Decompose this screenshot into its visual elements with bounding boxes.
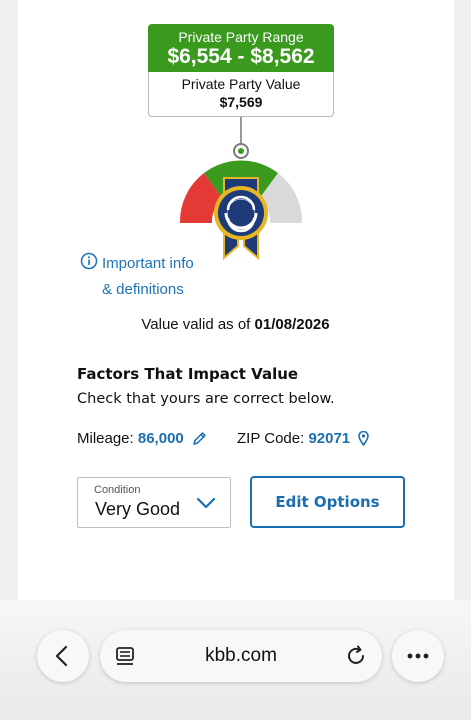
- value-gauge: [179, 143, 303, 261]
- zip-value[interactable]: 92071: [308, 430, 350, 447]
- reload-icon[interactable]: [344, 644, 368, 668]
- info-link-line2[interactable]: & definitions: [102, 281, 184, 298]
- chevron-left-icon: [55, 645, 68, 667]
- factors-title: Factors That Impact Value: [77, 365, 299, 383]
- condition-select[interactable]: Condition Very Good: [77, 477, 231, 528]
- mileage-label: Mileage:: [77, 430, 134, 447]
- info-link-line1[interactable]: Important info: [102, 255, 194, 272]
- pencil-icon[interactable]: [192, 431, 207, 446]
- private-party-value-box: Private Party Value $7,569: [148, 72, 334, 117]
- price-range-box: Private Party Range $6,554 - $8,562: [148, 24, 334, 72]
- chevron-down-icon: [196, 497, 216, 509]
- edit-options-button[interactable]: Edit Options: [250, 476, 405, 528]
- valid-prefix: Value valid as of: [141, 316, 251, 333]
- mileage-value[interactable]: 86,000: [138, 430, 184, 447]
- value-valid-date: Value valid as of 01/08/2026: [0, 316, 471, 333]
- condition-value: Very Good: [95, 499, 181, 519]
- zip-label: ZIP Code:: [237, 430, 305, 447]
- back-button[interactable]: [37, 630, 89, 682]
- zip-code-field[interactable]: ZIP Code: 92071: [237, 430, 370, 447]
- condition-label: Condition: [94, 484, 141, 496]
- value-label: Private Party Value: [181, 76, 301, 92]
- url-text[interactable]: kbb.com: [100, 645, 382, 667]
- location-pin-icon[interactable]: [358, 431, 370, 446]
- more-options-button[interactable]: [392, 630, 444, 682]
- info-icon: [80, 252, 98, 270]
- address-bar[interactable]: kbb.com: [100, 630, 382, 682]
- range-value: $6,554 - $8,562: [167, 45, 315, 68]
- mileage-field[interactable]: Mileage: 86,000: [77, 430, 207, 447]
- range-label: Private Party Range: [178, 29, 304, 45]
- more-dots-icon: [407, 653, 429, 659]
- factors-subtitle: Check that yours are correct below.: [77, 391, 335, 407]
- valid-date: 01/08/2026: [254, 316, 330, 333]
- value-amount: $7,569: [219, 94, 263, 110]
